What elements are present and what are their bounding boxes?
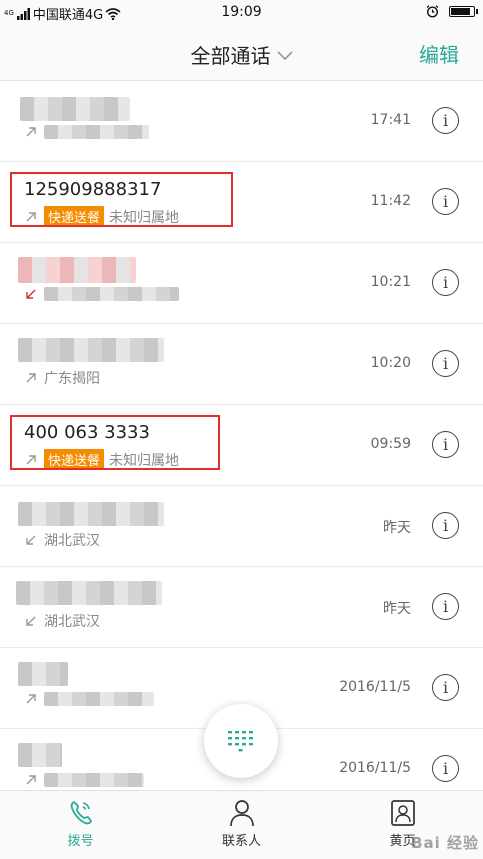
- info-icon[interactable]: i: [432, 350, 459, 377]
- tab-contacts[interactable]: 联系人: [161, 791, 322, 859]
- call-log-row[interactable]: 125909888317 快递送餐 未知归属地 11:42 i: [0, 162, 483, 243]
- call-subline: [24, 125, 149, 139]
- annotation-highlight-box: [10, 415, 220, 470]
- chevron-down-icon: [276, 50, 293, 60]
- call-time: 10:21: [370, 274, 411, 290]
- tab-dial[interactable]: 拨号: [0, 791, 161, 859]
- redacted-name: [18, 502, 164, 526]
- call-location: 广东揭阳: [44, 371, 100, 387]
- call-time: 09:59: [370, 436, 411, 452]
- info-icon[interactable]: i: [432, 674, 459, 701]
- redacted-location: [44, 287, 179, 301]
- call-subline: [24, 287, 179, 301]
- call-time: 17:41: [370, 112, 411, 128]
- redacted-name: [20, 97, 130, 121]
- call-subline: 广东揭阳: [24, 368, 100, 388]
- call-time: 2016/11/5: [339, 679, 411, 695]
- call-subline: 湖北武汉: [24, 611, 100, 631]
- call-log-row[interactable]: 湖北武汉 昨天 i: [0, 486, 483, 567]
- book-icon: [390, 800, 415, 826]
- status-time: 19:09: [221, 4, 262, 20]
- outgoing-call-icon: [26, 694, 36, 704]
- call-filter-dropdown[interactable]: 全部通话: [0, 40, 483, 69]
- redacted-number: [44, 773, 144, 787]
- incoming-call-icon: [26, 535, 36, 545]
- phone-screen: 4G 中国联通4G 19:09 全部通话 编辑 17:41 i 12590988…: [0, 0, 483, 859]
- call-time: 昨天: [383, 601, 411, 617]
- app-header: 全部通话 编辑: [0, 24, 483, 81]
- alarm-icon: [426, 5, 439, 18]
- redacted-name: [18, 338, 164, 362]
- call-time: 2016/11/5: [339, 760, 411, 776]
- call-log-row[interactable]: 400 063 3333 快递送餐 未知归属地 09:59 i: [0, 405, 483, 486]
- call-time: 11:42: [370, 193, 411, 209]
- call-location: 湖北武汉: [44, 533, 100, 549]
- tab-contacts-label: 联系人: [221, 834, 261, 849]
- redacted-number: [44, 692, 154, 706]
- incoming-call-icon: [26, 616, 36, 626]
- call-log-list: 17:41 i 125909888317 快递送餐 未知归属地 11:42 i …: [0, 81, 483, 810]
- outgoing-call-icon: [26, 127, 36, 137]
- dialpad-icon: [228, 731, 253, 752]
- redacted-name: [16, 581, 162, 605]
- info-icon[interactable]: i: [432, 755, 459, 782]
- call-log-row[interactable]: 广东揭阳 10:20 i: [0, 324, 483, 405]
- call-log-row[interactable]: 湖北武汉 昨天 i: [0, 567, 483, 648]
- info-icon[interactable]: i: [432, 188, 459, 215]
- bottom-nav: 拨号 联系人 黄页 Bai 经验: [0, 790, 483, 859]
- outgoing-call-icon: [26, 373, 36, 383]
- status-right: [426, 5, 478, 18]
- call-log-row[interactable]: 10:21 i: [0, 243, 483, 324]
- info-icon[interactable]: i: [432, 431, 459, 458]
- call-time: 昨天: [383, 520, 411, 536]
- status-bar: 4G 中国联通4G 19:09: [0, 0, 483, 24]
- info-icon[interactable]: i: [432, 512, 459, 539]
- call-subline: [24, 692, 154, 706]
- call-location: 湖北武汉: [44, 614, 100, 630]
- redacted-name: [18, 662, 68, 686]
- call-time: 10:20: [370, 355, 411, 371]
- tab-dial-label: 拨号: [67, 834, 94, 849]
- redacted-name: [18, 257, 136, 283]
- info-icon[interactable]: i: [432, 593, 459, 620]
- dialpad-button[interactable]: [204, 704, 278, 778]
- person-icon: [229, 800, 254, 827]
- battery-icon: [449, 6, 478, 17]
- missed-call-icon: [26, 289, 36, 299]
- info-icon[interactable]: i: [432, 269, 459, 296]
- call-log-row[interactable]: 17:41 i: [0, 81, 483, 162]
- info-icon[interactable]: i: [432, 107, 459, 134]
- edit-button[interactable]: 编辑: [419, 39, 459, 68]
- phone-icon: [70, 801, 92, 825]
- redacted-number: [44, 125, 149, 139]
- outgoing-call-icon: [26, 775, 36, 785]
- redacted-name: [18, 743, 62, 767]
- call-subline: 湖北武汉: [24, 530, 100, 550]
- watermark: Bai 经验: [411, 834, 479, 852]
- annotation-highlight-box: [10, 172, 233, 227]
- call-subline: [24, 773, 144, 787]
- page-title: 全部通话: [190, 44, 271, 68]
